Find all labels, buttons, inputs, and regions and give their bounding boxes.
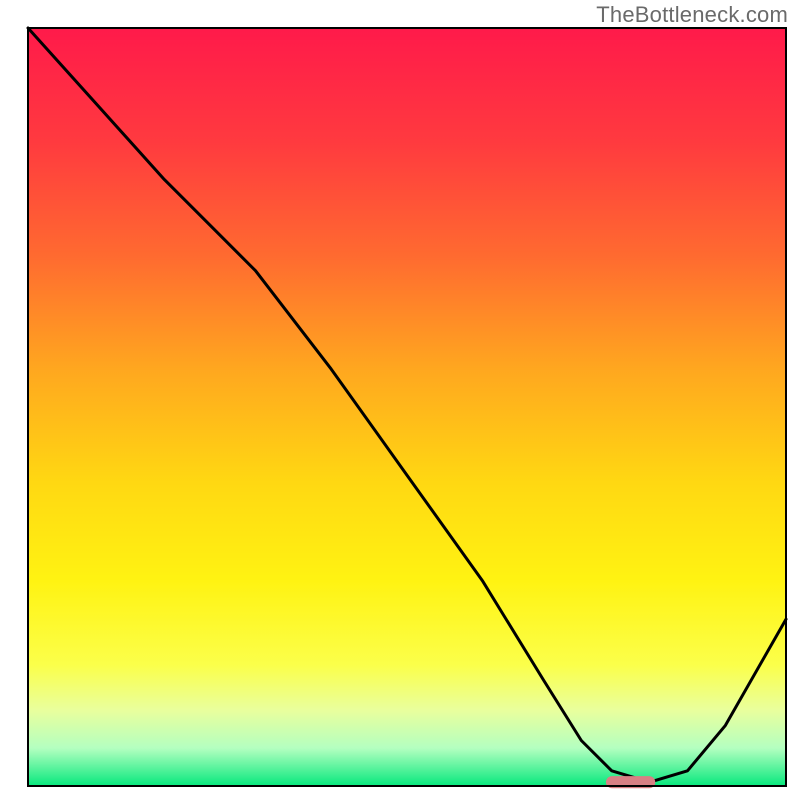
plot-background — [28, 28, 786, 786]
chart-container: TheBottleneck.com — [0, 0, 800, 800]
bottleneck-chart — [0, 0, 800, 800]
watermark-text: TheBottleneck.com — [596, 2, 788, 28]
